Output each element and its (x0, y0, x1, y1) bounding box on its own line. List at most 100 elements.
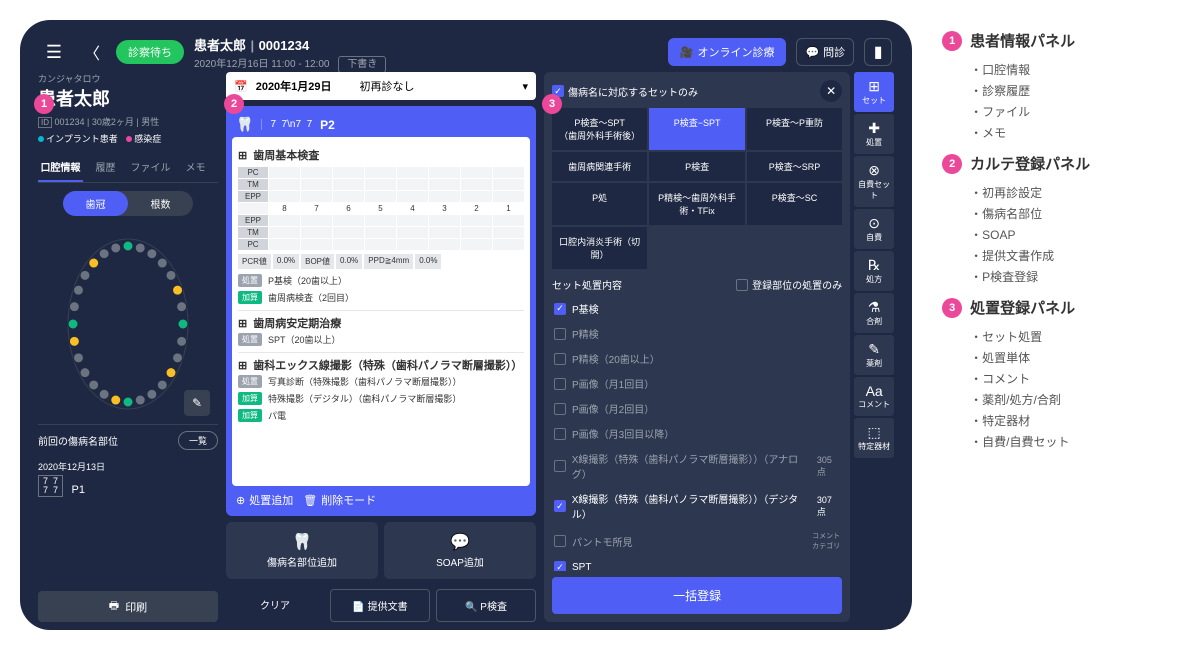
side-tab-処方[interactable]: ℞処方 (854, 251, 894, 291)
sub-heading: セット処置内容 (552, 277, 622, 292)
only-registered-checkbox[interactable]: 登録部位の処置のみ (736, 277, 842, 292)
seg-crown[interactable]: 歯冠 (63, 191, 128, 216)
procedure-panel: ✓傷病名に対応するセットのみ ✕ P検査～SPT （歯周外科手術後）P検査−SP… (544, 72, 894, 622)
add-procedure-button[interactable]: ⊕処置追加 (236, 492, 293, 508)
set-cell[interactable]: P検査～SPT （歯周外科手術後） (552, 108, 647, 150)
chart-code: P2 (320, 118, 335, 132)
prev-label: 前回の傷病名部位 (38, 433, 118, 448)
list-button[interactable]: 一覧 (178, 431, 218, 450)
procedure-item[interactable]: P画像（月1回目） (552, 371, 842, 396)
clear-button[interactable]: クリア (226, 589, 324, 622)
patient-meta: ID 001234 | 30歳2ヶ月 | 男性 (38, 115, 218, 128)
bulk-register-button[interactable]: 一括登録 (552, 577, 842, 614)
edit-icon[interactable]: ✎ (184, 390, 210, 416)
side-tab-処置[interactable]: ✚処置 (854, 114, 894, 154)
header-id: 0001234 (259, 38, 310, 53)
prev-fdi: 7 7 7 7 (38, 475, 63, 497)
set-cell[interactable]: P検査−SPT (649, 108, 744, 150)
procedure-item[interactable]: P精検（20歯以上） (552, 346, 842, 371)
trash-icon: 🗑 (303, 494, 317, 507)
procedure-list: ✓P基検P精検P精検（20歯以上）P画像（月1回目）P画像（月2回目）P画像（月… (552, 296, 842, 571)
delete-mode-button[interactable]: 🗑削除モード (303, 492, 376, 508)
procedure-item[interactable]: P画像（月2回目） (552, 396, 842, 421)
patient-header: 患者太郎 | 0001234 2020年12月16日 11:00 - 12:00… (194, 35, 386, 70)
fdi-code: 7 7\n7 7 (261, 119, 312, 130)
tab-oral[interactable]: 口腔情報 (38, 153, 83, 182)
printer-icon: 🖶 (109, 597, 119, 616)
date-bar[interactable]: 📅 2020年1月29日 初再診なし ▾ (226, 72, 536, 100)
section-title: 歯周基本検査 (253, 147, 319, 163)
side-tab-薬剤[interactable]: ✎薬剤 (854, 335, 894, 375)
set-cell[interactable]: P検査 (649, 152, 744, 181)
add-soap-button[interactable]: 💬SOAP追加 (384, 522, 536, 579)
procedure-item[interactable]: X線撮影（特殊（歯科パノラマ断層撮影））（アナログ）305点 (552, 446, 842, 486)
menu-icon[interactable]: ☰ (40, 38, 68, 66)
side-tabs: ⊞セット✚処置⊗自費セット⊙自費℞処方⚗合剤✎薬剤Aaコメント⬚特定器材 (854, 72, 894, 622)
monshin-button[interactable]: 💬問診 (796, 38, 854, 66)
set-cell[interactable]: P検査～SRP (747, 152, 842, 181)
patient-kana: カンジャタロウ (38, 72, 218, 85)
tab-files[interactable]: ファイル (128, 153, 173, 182)
callout-2: 2 (224, 94, 244, 114)
back-icon[interactable]: 〈 (78, 38, 106, 66)
status-pill[interactable]: 診察待ち (116, 40, 184, 64)
side-tab-セット[interactable]: ⊞セット (854, 72, 894, 112)
seg-roots[interactable]: 根数 (128, 191, 193, 216)
prev-date: 2020年12月13日 (38, 460, 218, 473)
video-icon: 🎥 (680, 46, 694, 59)
header-datetime: 2020年12月16日 11:00 - 12:00 (194, 59, 329, 70)
section-title: 歯科エックス線撮影（特殊（歯科パノラマ断層撮影）） (253, 357, 522, 373)
odontogram[interactable]: ✎ (38, 224, 218, 424)
bookmark-icon[interactable]: ▮ (864, 38, 892, 66)
set-cell[interactable]: P検査～P重防 (747, 108, 842, 150)
side-tab-コメント[interactable]: Aaコメント (854, 377, 894, 416)
procedure-item[interactable]: ✓X線撮影（特殊（歯科パノラマ断層撮影））（デジタル）307点 (552, 486, 842, 526)
online-consult-button[interactable]: 🎥オンライン診療 (668, 38, 787, 66)
set-cell[interactable]: 歯周病関連手術 (552, 152, 647, 181)
pcheck-button[interactable]: 🔍 P検査 (436, 589, 536, 622)
side-tab-自費[interactable]: ⊙自費 (854, 209, 894, 249)
set-cell[interactable]: P精検～歯周外科手術・TFix (649, 183, 744, 225)
section-title: 歯周病安定期治療 (253, 315, 341, 331)
set-cell[interactable]: P処 (552, 183, 647, 225)
patient-name: 患者太郎 (38, 85, 218, 111)
side-tab-自費セット[interactable]: ⊗自費セット (854, 156, 894, 207)
patient-tags: インプラント患者 感染症 (38, 132, 218, 145)
prev-item[interactable]: 2020年12月13日 7 7 7 7 P1 (38, 456, 218, 501)
chart-card: 🦷 7 7\n7 7 P2 ⊞歯周基本検査 PCTMEPP87654321EPP… (226, 106, 536, 516)
chat-icon: 💬 (394, 532, 526, 552)
header-name: 患者太郎 (194, 38, 246, 53)
set-cell[interactable]: P検査～SC (747, 183, 842, 225)
print-button[interactable]: 🖶印刷 (38, 591, 218, 622)
set-cell[interactable]: 口腔内消炎手術（切開） (552, 227, 647, 269)
only-disease-checkbox[interactable]: ✓傷病名に対応するセットのみ (552, 84, 698, 99)
side-tab-合剤[interactable]: ⚗合剤 (854, 293, 894, 333)
callout-3: 3 (542, 94, 562, 114)
prev-code: P1 (72, 484, 85, 496)
odonto-segment[interactable]: 歯冠 根数 (63, 191, 193, 216)
procedure-item[interactable]: パントモ所見コメント カテゴリ (552, 526, 842, 556)
tag-dot (126, 136, 132, 142)
procedure-item[interactable]: P画像（月3回目以降） (552, 421, 842, 446)
doc-icon: 📄 (352, 602, 364, 613)
procedure-item[interactable]: ✓SPT (552, 556, 842, 571)
chart-icon: ⊞ (238, 149, 247, 162)
revisit-select[interactable]: 初再診なし (360, 78, 415, 94)
tab-history[interactable]: 履歴 (83, 153, 128, 182)
side-tab-特定器材[interactable]: ⬚特定器材 (854, 418, 894, 458)
chart-icon: ⊞ (238, 317, 247, 330)
document-button[interactable]: 📄 提供文書 (330, 589, 430, 622)
tooth-icon: 🦷 (236, 116, 253, 133)
search-icon: 🔍 (465, 602, 477, 613)
tab-memo[interactable]: メモ (173, 153, 218, 182)
procedure-item[interactable]: ✓P基検 (552, 296, 842, 321)
legend: 1患者情報パネル口腔情報診察履歴ファイルメモ2カルテ登録パネル初再診設定傷病名部… (942, 20, 1180, 630)
procedure-item[interactable]: P精検 (552, 321, 842, 346)
draft-button[interactable]: 下書き (338, 56, 386, 73)
chart-date: 2020年1月29日 (256, 78, 332, 94)
chart-icon: ⊞ (238, 359, 247, 372)
close-icon[interactable]: ✕ (820, 80, 842, 102)
prev-disease-row: 前回の傷病名部位 一覧 (38, 424, 218, 456)
patient-panel: カンジャタロウ 患者太郎 ID 001234 | 30歳2ヶ月 | 男性 インプ… (38, 72, 218, 622)
add-disease-button[interactable]: 🦷傷病名部位追加 (226, 522, 378, 579)
